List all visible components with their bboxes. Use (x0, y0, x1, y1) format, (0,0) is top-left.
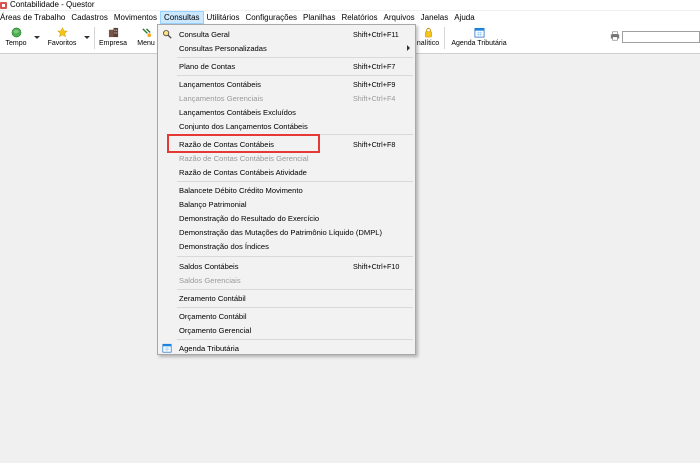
menu-item-lancamentos-contabeis[interactable]: Lançamentos Contábeis Shift+Ctrl+F9 (158, 77, 415, 91)
menu-button[interactable]: Menu (136, 26, 156, 50)
menu-areas-de-trabalho[interactable]: Áreas de Trabalho (0, 11, 68, 24)
menu-item-label: Orçamento Contábil (179, 311, 247, 321)
menu-arquivos[interactable]: Arquivos (381, 11, 418, 24)
menu-bar: Áreas de Trabalho Cadastros Movimentos C… (0, 11, 700, 25)
menu-item-shortcut: Shift+Ctrl+F11 (353, 29, 399, 39)
menu-configuracoes[interactable]: Configurações (242, 11, 300, 24)
menu-item-shortcut: Shift+Ctrl+F8 (353, 139, 396, 149)
menu-item-dre[interactable]: Demonstração do Resultado do Exercício (158, 211, 415, 225)
toolbar-separator (444, 27, 445, 49)
menu-item-label: Orçamento Gerencial (179, 325, 252, 335)
consultas-dropdown: Consulta Geral Shift+Ctrl+F11 Consultas … (157, 24, 416, 355)
menu-item-saldos-contabeis[interactable]: Saldos Contábeis Shift+Ctrl+F10 (158, 259, 415, 273)
menu-item-indices[interactable]: Demonstração dos Índices (158, 239, 415, 253)
app-logo-icon (0, 1, 7, 9)
menu-item-shortcut: Shift+Ctrl+F9 (353, 79, 396, 89)
menu-item-label: Lançamentos Contábeis Excluídos (179, 107, 296, 117)
agenda-tributaria-button[interactable]: Agenda Tributária (448, 26, 510, 50)
analitico-label: nalítico (416, 40, 440, 47)
lock-icon (424, 27, 432, 38)
menu-planilhas[interactable]: Planilhas (300, 11, 338, 24)
menu-separator (177, 57, 413, 58)
menu-item-label: Lançamentos Contábeis (179, 79, 261, 89)
company-icon (108, 27, 118, 38)
menu-item-shortcut: Shift+Ctrl+F4 (353, 93, 396, 103)
menu-tool-icon (141, 28, 151, 38)
menu-item-label: Consulta Geral (179, 29, 230, 39)
menu-item-lancamentos-gerenciais[interactable]: Lançamentos Gerenciais Shift+Ctrl+F4 (158, 91, 415, 105)
menu-ajuda[interactable]: Ajuda (451, 11, 477, 24)
menu-item-label: Demonstração do Resultado do Exercício (179, 213, 320, 223)
window-title: Contabilidade - Questor (10, 0, 95, 9)
menu-janelas[interactable]: Janelas (418, 11, 452, 24)
menu-item-conjunto-lancamentos[interactable]: Conjunto dos Lançamentos Contábeis (158, 119, 415, 133)
calendar-icon (162, 343, 172, 353)
menu-item-saldos-gerenciais[interactable]: Saldos Gerenciais (158, 273, 415, 287)
printer-icon[interactable] (610, 31, 620, 41)
menu-item-label: Zeramento Contábil (179, 293, 246, 303)
menu-separator (177, 75, 413, 76)
menu-consultas[interactable]: Consultas (159, 11, 204, 24)
menu-item-shortcut: Shift+Ctrl+F7 (353, 61, 396, 71)
favoritos-button[interactable]: Favoritos (44, 26, 80, 50)
menu-item-orcamento-gerencial[interactable]: Orçamento Gerencial (158, 323, 415, 337)
menu-cadastros[interactable]: Cadastros (68, 11, 110, 24)
star-icon (56, 27, 68, 38)
menu-relatorios[interactable]: Relatórios (339, 11, 381, 24)
search-input[interactable] (622, 31, 700, 43)
toolbar-separator (94, 27, 95, 49)
calendar-icon (474, 28, 484, 38)
menu-separator (177, 256, 413, 257)
menu-item-consulta-geral[interactable]: Consulta Geral Shift+Ctrl+F11 (158, 27, 415, 41)
menu-item-label: Demonstração das Mutações do Patrimônio … (179, 227, 383, 237)
submenu-arrow-icon (407, 45, 410, 51)
menu-item-orcamento-contabil[interactable]: Orçamento Contábil (158, 309, 415, 323)
menu-separator (177, 339, 413, 340)
highlight-box (167, 134, 320, 153)
favoritos-label: Favoritos (47, 40, 77, 47)
menu-item-zeramento[interactable]: Zeramento Contábil (158, 291, 415, 305)
menu-movimentos[interactable]: Movimentos (111, 11, 160, 24)
menu-separator (177, 289, 413, 290)
menu-item-label: Balancete Débito Crédito Movimento (179, 185, 303, 195)
menu-item-label: Conjunto dos Lançamentos Contábeis (179, 121, 308, 131)
tempo-label: Tempo (5, 40, 27, 47)
agenda-tributaria-label: Agenda Tributária (451, 40, 507, 47)
menu-item-label: Balanço Patrimonial (179, 199, 247, 209)
menu-item-consultas-personalizadas[interactable]: Consultas Personalizadas (158, 41, 415, 55)
menu-item-plano-de-contas[interactable]: Plano de Contas Shift+Ctrl+F7 (158, 59, 415, 73)
menu-separator (177, 181, 413, 182)
menu-item-label: Agenda Tributária (179, 343, 239, 353)
menu-item-label: Razão de Contas Contábeis Gerencial (179, 153, 309, 163)
magnifier-icon (163, 30, 172, 39)
menu-item-dmpl[interactable]: Demonstração das Mutações do Patrimônio … (158, 225, 415, 239)
favoritos-dropdown-arrow[interactable] (84, 36, 90, 39)
menu-item-label: Lançamentos Gerenciais (179, 93, 263, 103)
empresa-button[interactable]: Empresa (97, 26, 129, 50)
globe-icon (11, 27, 21, 38)
menu-utilitarios[interactable]: Utilitários (204, 11, 243, 24)
menu-item-razao-atividade[interactable]: Razão de Contas Contábeis Atividade (158, 165, 415, 179)
empresa-label: Empresa (98, 40, 127, 47)
menu-item-lancamentos-excluidos[interactable]: Lançamentos Contábeis Excluídos (158, 105, 415, 119)
title-bar: Contabilidade - Questor (0, 0, 700, 10)
menu-item-label: Razão de Contas Contábeis Atividade (179, 167, 307, 177)
menu-item-label: Consultas Personalizadas (179, 43, 267, 53)
tempo-button[interactable]: Tempo (4, 26, 28, 50)
menu-label: Menu (137, 40, 155, 47)
analitico-button[interactable]: nalítico (416, 26, 440, 50)
menu-item-label: Demonstração dos Índices (179, 241, 269, 251)
menu-item-label: Plano de Contas (179, 61, 236, 71)
menu-item-razao-gerencial[interactable]: Razão de Contas Contábeis Gerencial (158, 151, 415, 165)
menu-item-label: Saldos Gerenciais (179, 275, 241, 285)
menu-item-balanco[interactable]: Balanço Patrimonial (158, 197, 415, 211)
menu-item-shortcut: Shift+Ctrl+F10 (353, 261, 400, 271)
menu-item-label: Saldos Contábeis (179, 261, 239, 271)
menu-separator (177, 307, 413, 308)
menu-item-balancete[interactable]: Balancete Débito Crédito Movimento (158, 183, 415, 197)
tempo-dropdown-arrow[interactable] (34, 36, 40, 39)
menu-item-agenda-tributaria[interactable]: Agenda Tributária (158, 341, 415, 355)
